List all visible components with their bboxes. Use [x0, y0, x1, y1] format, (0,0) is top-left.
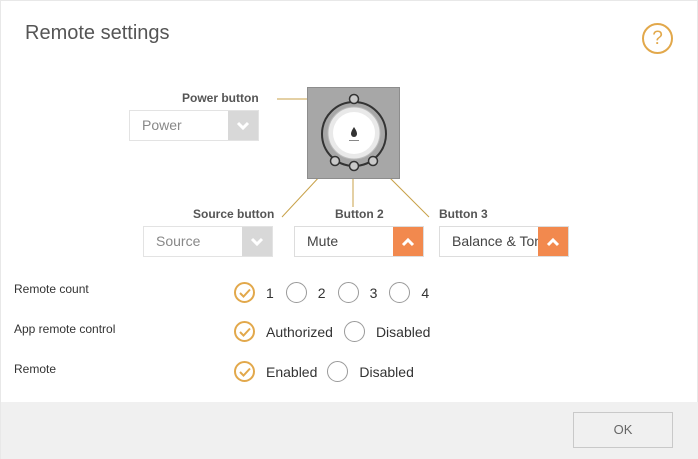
button2-label: Button 2: [335, 207, 384, 221]
remote-radio-group: Enabled Disabled: [234, 361, 414, 382]
power-button-value: Power: [142, 117, 182, 133]
radio-checked-icon: [234, 282, 255, 303]
remote-count-option-3-text: 3: [369, 284, 378, 301]
remote-count-option-4-text: 4: [421, 284, 430, 301]
remote-count-option-1[interactable]: 1: [234, 282, 274, 303]
radio-checked-icon: [234, 361, 255, 382]
dialog-title: Remote settings: [25, 22, 170, 44]
chevron-up-icon: [538, 227, 568, 256]
remote-count-option-4[interactable]: 4: [389, 282, 429, 303]
radio-unchecked-icon: [389, 282, 411, 303]
remote-count-option-3[interactable]: 3: [337, 282, 378, 303]
remote-count-option-1-text: 1: [266, 284, 274, 301]
radio-unchecked-icon: [343, 321, 365, 342]
app-remote-control-option-authorized-text: Authorized: [266, 323, 333, 340]
power-button-label: Power button: [182, 91, 259, 105]
remote-count-radio-group: 1 2 3 4: [234, 282, 429, 303]
dialog-footer: OK: [1, 402, 698, 459]
app-remote-control-option-authorized[interactable]: Authorized: [234, 321, 333, 342]
button3-value: Balance & Tone: [452, 233, 538, 249]
app-remote-control-label: App remote control: [14, 322, 116, 336]
source-button-value: Source: [156, 233, 201, 249]
remote-count-option-2[interactable]: 2: [285, 282, 326, 303]
app-remote-control-option-disabled-text: Disabled: [375, 323, 431, 340]
remote-device-image: [307, 87, 400, 179]
button3-label: Button 3: [439, 207, 488, 221]
button3-select[interactable]: Balance & Tone: [439, 226, 569, 257]
remote-option-enabled-text: Enabled: [266, 363, 318, 380]
button2-value: Mute: [307, 233, 339, 249]
radio-unchecked-icon: [285, 282, 307, 303]
button2-select[interactable]: Mute: [294, 226, 424, 257]
source-button-select[interactable]: Source: [143, 226, 273, 257]
chevron-down-icon: [242, 227, 272, 256]
radio-checked-icon: [234, 321, 255, 342]
help-icon[interactable]: ?: [642, 23, 673, 54]
power-button-select[interactable]: Power: [129, 110, 259, 141]
remote-option-disabled-text: Disabled: [359, 363, 414, 380]
chevron-down-icon: [228, 111, 258, 140]
remote-settings-dialog: Remote settings ? Power button Power Sou…: [0, 0, 698, 459]
app-remote-control-option-disabled[interactable]: Disabled: [343, 321, 431, 342]
chevron-up-icon: [393, 227, 423, 256]
radio-unchecked-icon: [327, 361, 349, 382]
app-remote-control-radio-group: Authorized Disabled: [234, 321, 430, 342]
remote-count-option-2-text: 2: [317, 284, 326, 301]
remote-option-disabled[interactable]: Disabled: [327, 361, 414, 382]
remote-count-label: Remote count: [14, 282, 89, 296]
source-button-label: Source button: [193, 207, 275, 221]
ok-button[interactable]: OK: [573, 412, 673, 448]
radio-unchecked-icon: [337, 282, 359, 303]
remote-label: Remote: [14, 362, 57, 376]
remote-option-enabled[interactable]: Enabled: [234, 361, 317, 382]
